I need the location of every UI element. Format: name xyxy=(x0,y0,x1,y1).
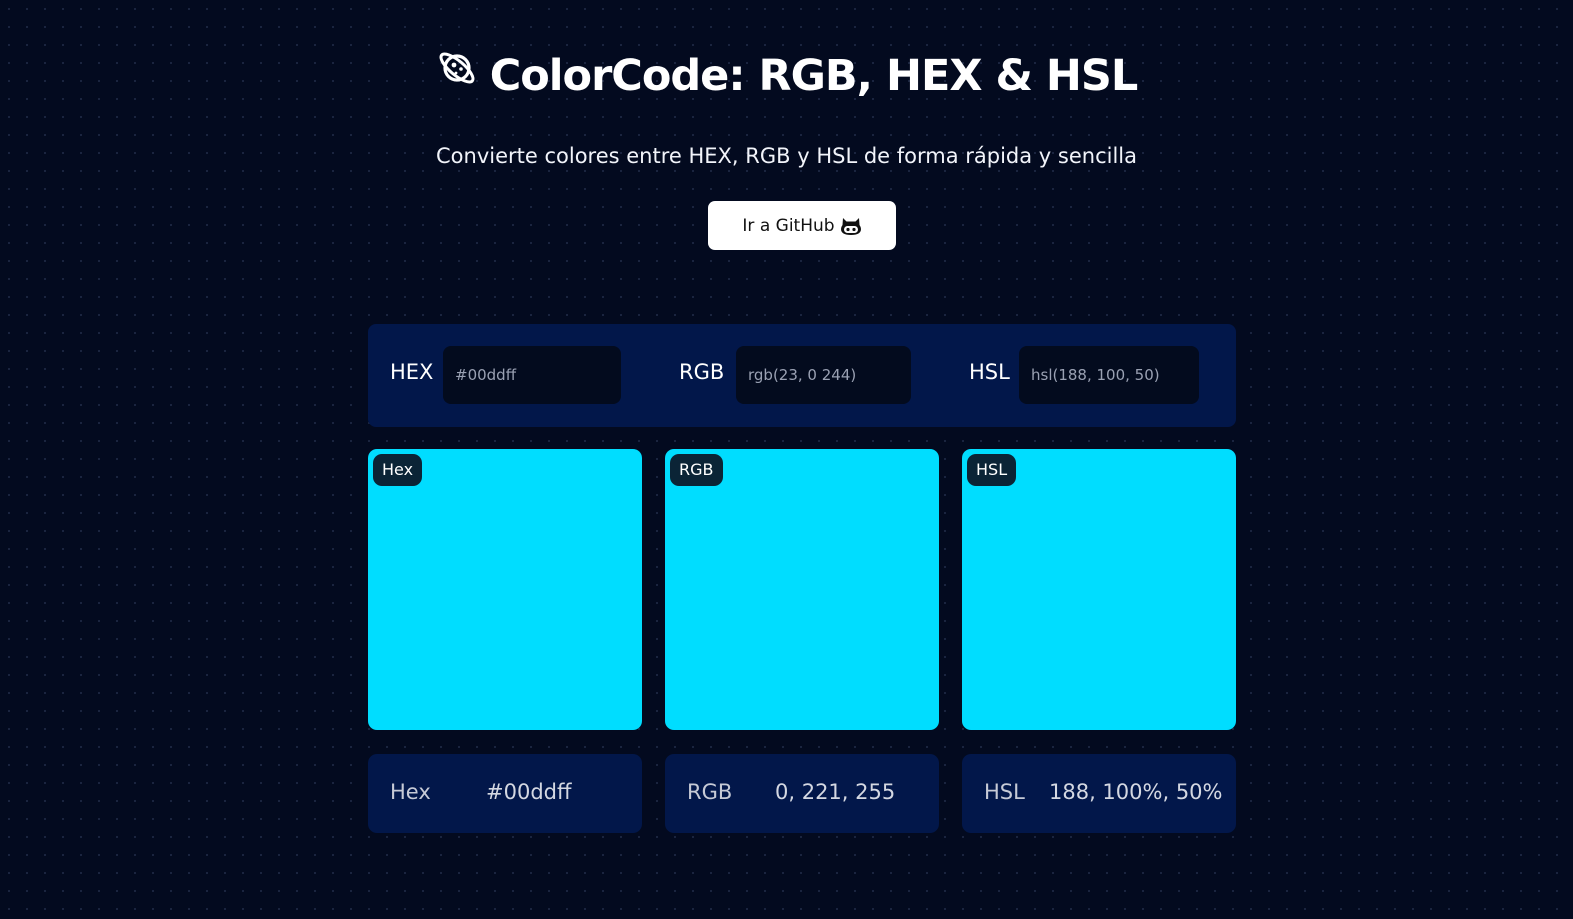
swatch-badge: Hex xyxy=(373,454,423,486)
github-octocat-icon xyxy=(840,217,861,235)
header: ColorCode: RGB, HEX & HSL xyxy=(0,46,1573,106)
result-label: RGB xyxy=(687,780,733,804)
swatch-badge: RGB xyxy=(670,454,723,486)
rgb-result-card: RGB 0, 221, 255 xyxy=(665,754,939,833)
rgb-input[interactable] xyxy=(736,346,911,404)
github-button[interactable]: Ir a GitHub xyxy=(708,201,896,250)
hsl-input[interactable] xyxy=(1019,346,1199,404)
result-label: HSL xyxy=(984,780,1025,804)
result-value: 188, 100%, 50% xyxy=(1049,780,1223,804)
hex-color-swatch: Hex xyxy=(368,449,642,730)
rgb-color-swatch: RGB xyxy=(665,449,939,730)
planet-icon xyxy=(439,52,475,84)
rgb-input-label: RGB xyxy=(679,360,725,384)
github-button-label: Ir a GitHub xyxy=(742,215,835,236)
hsl-result-card: HSL 188, 100%, 50% xyxy=(962,754,1236,833)
result-value: 0, 221, 255 xyxy=(775,780,896,804)
page-title-text: ColorCode: RGB, HEX & HSL xyxy=(489,51,1139,101)
hsl-color-swatch: HSL xyxy=(962,449,1236,730)
page-title: ColorCode: RGB, HEX & HSL xyxy=(436,46,1138,106)
color-input-panel: HEX RGB HSL xyxy=(368,324,1236,427)
hsl-input-label: HSL xyxy=(969,360,1010,384)
hex-input[interactable] xyxy=(443,346,621,404)
hex-result-card: Hex #00ddff xyxy=(368,754,642,833)
page-subtitle: Convierte colores entre HEX, RGB y HSL d… xyxy=(436,144,1137,168)
result-value: #00ddff xyxy=(486,780,572,804)
hex-input-label: HEX xyxy=(390,360,434,384)
result-label: Hex xyxy=(390,780,431,804)
swatch-badge: HSL xyxy=(967,454,1017,486)
